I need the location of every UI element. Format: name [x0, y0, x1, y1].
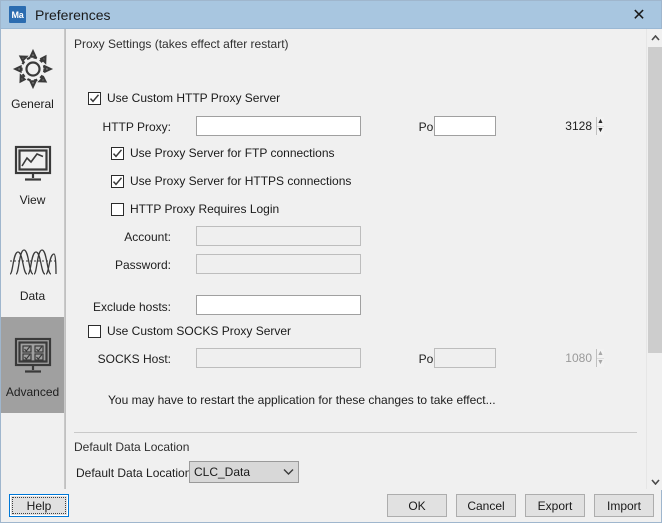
exclude-hosts-label: Exclude hosts:: [92, 300, 171, 314]
default-data-location-title: Default Data Location: [74, 440, 190, 454]
proxy-settings-title: Proxy Settings (takes effect after resta…: [74, 37, 289, 51]
socks-port-spinner[interactable]: ▲ ▼: [434, 348, 604, 368]
checkbox-checked-icon: [111, 174, 124, 188]
sidebar: General View Data Advanced: [1, 29, 65, 490]
sidebar-item-label-advanced: Advanced: [5, 385, 60, 399]
checkbox-unchecked-icon: [88, 324, 101, 338]
use-proxy-ftp-checkbox[interactable]: Use Proxy Server for FTP connections: [111, 146, 335, 160]
import-button[interactable]: Import: [594, 494, 654, 517]
sidebar-item-label-data: Data: [19, 289, 46, 303]
spinner-up-icon[interactable]: ▲: [597, 117, 604, 126]
http-proxy-label: HTTP Proxy:: [102, 120, 171, 134]
password-input[interactable]: [196, 254, 361, 274]
port-input[interactable]: [435, 117, 596, 135]
sidebar-item-view[interactable]: View: [1, 125, 64, 221]
vertical-scrollbar[interactable]: [646, 29, 662, 490]
port-spinner-buttons: ▲ ▼: [596, 117, 604, 135]
title-bar: Ma Preferences ✕: [1, 1, 661, 29]
separator-default-data-location: [74, 432, 637, 433]
default-data-location-label: Default Data Location:: [76, 466, 195, 480]
settings-scroll-area: Proxy Settings (takes effect after resta…: [65, 29, 645, 490]
preferences-window: Ma Preferences ✕ General View Data Advan…: [0, 0, 662, 523]
sidebar-item-advanced[interactable]: Advanced: [1, 317, 64, 413]
default-data-location-value: CLC_Data: [194, 465, 251, 479]
import-button-label: Import: [606, 498, 641, 513]
checkbox-unchecked-icon: [111, 202, 124, 216]
monitor-chart-icon: [10, 139, 56, 191]
http-proxy-requires-login-checkbox[interactable]: HTTP Proxy Requires Login: [111, 202, 279, 216]
gear-icon: [11, 43, 55, 95]
use-custom-socks-proxy-checkbox[interactable]: Use Custom SOCKS Proxy Server: [88, 324, 291, 338]
use-proxy-https-label: Use Proxy Server for HTTPS connections: [130, 174, 352, 188]
spinner-up-icon[interactable]: ▲: [597, 349, 604, 358]
ok-button[interactable]: OK: [387, 494, 447, 517]
export-button[interactable]: Export: [525, 494, 585, 517]
app-icon: Ma: [9, 6, 26, 23]
use-proxy-ftp-label: Use Proxy Server for FTP connections: [130, 146, 335, 160]
sidebar-item-data[interactable]: Data: [1, 221, 64, 317]
socks-port-input[interactable]: [435, 349, 596, 367]
port-spinner[interactable]: ▲ ▼: [434, 116, 604, 136]
help-button[interactable]: Help: [9, 494, 69, 517]
use-custom-http-proxy-checkbox[interactable]: Use Custom HTTP Proxy Server: [88, 91, 280, 105]
use-custom-socks-proxy-label: Use Custom SOCKS Proxy Server: [107, 324, 292, 338]
checkbox-checked-icon: [111, 146, 124, 160]
checkbox-checked-icon: [88, 91, 101, 105]
scroll-up-icon[interactable]: [647, 29, 662, 46]
scrollbar-thumb[interactable]: [648, 47, 662, 353]
cancel-button-label: Cancel: [467, 498, 505, 513]
default-data-location-dropdown[interactable]: CLC_Data: [189, 461, 299, 483]
sidebar-item-label-general: General: [11, 97, 54, 111]
spinner-down-icon[interactable]: ▼: [597, 357, 604, 368]
scroll-down-icon[interactable]: [647, 473, 662, 490]
close-icon[interactable]: ✕: [617, 1, 661, 28]
help-button-label: Help: [26, 498, 52, 513]
waveform-icon: [8, 235, 58, 287]
dialog-button-bar: Help OK Cancel Export Import: [1, 489, 661, 522]
socks-host-label: SOCKS Host:: [97, 352, 171, 366]
export-button-label: Export: [537, 498, 573, 513]
use-proxy-https-checkbox[interactable]: Use Proxy Server for HTTPS connections: [111, 174, 351, 188]
exclude-hosts-input[interactable]: [196, 295, 361, 315]
cancel-button[interactable]: Cancel: [456, 494, 516, 517]
spinner-down-icon[interactable]: ▼: [597, 125, 604, 136]
socks-port-spinner-buttons: ▲ ▼: [596, 349, 604, 367]
use-custom-http-proxy-label: Use Custom HTTP Proxy Server: [107, 91, 281, 105]
window-title: Preferences: [35, 6, 111, 23]
http-proxy-input[interactable]: [196, 116, 361, 136]
monitor-checks-icon: [10, 331, 56, 383]
http-proxy-requires-login-label: HTTP Proxy Requires Login: [130, 202, 280, 216]
restart-note: You may have to restart the application …: [108, 393, 496, 407]
socks-host-input[interactable]: [196, 348, 361, 368]
ok-button-label: OK: [408, 498, 426, 513]
account-input[interactable]: [196, 226, 361, 246]
sidebar-item-general[interactable]: General: [1, 29, 64, 125]
account-label: Account:: [124, 230, 171, 244]
chevron-down-icon: [278, 468, 298, 476]
password-label: Password:: [114, 258, 171, 272]
sidebar-item-label-view: View: [19, 193, 46, 207]
settings-content: Proxy Settings (takes effect after resta…: [65, 29, 662, 490]
